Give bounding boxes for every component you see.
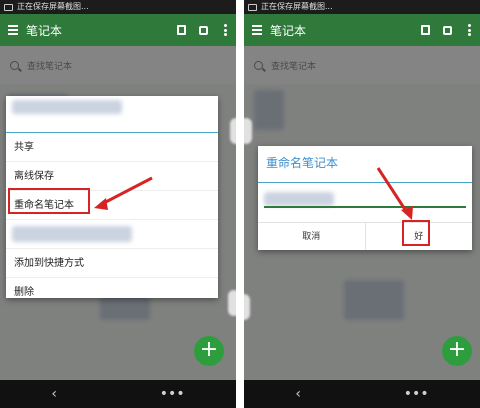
add-fab-button[interactable]: + xyxy=(442,336,472,366)
edge-artifact xyxy=(244,294,250,320)
edge-artifact xyxy=(228,290,236,316)
back-button[interactable]: ‹ xyxy=(51,386,57,402)
nav-bar: ‹ ••• xyxy=(0,380,236,408)
nav-bar: ‹ ••• xyxy=(244,380,480,408)
right-screenshot: 正在保存屏幕截图... 笔记本 查找笔记本 重命名笔记本 取消 好 + ‹ ••… xyxy=(244,0,480,408)
edge-artifact xyxy=(244,118,252,144)
more-button[interactable]: ••• xyxy=(160,386,185,402)
more-button[interactable]: ••• xyxy=(404,386,429,402)
edge-artifact xyxy=(230,118,236,144)
back-button[interactable]: ‹ xyxy=(295,386,301,402)
left-screenshot: 正在保存屏幕截图... 笔记本 查找笔记本 共享 离线保存 重命名笔记本 添加到… xyxy=(0,0,236,408)
add-fab-button[interactable]: + xyxy=(194,336,224,366)
